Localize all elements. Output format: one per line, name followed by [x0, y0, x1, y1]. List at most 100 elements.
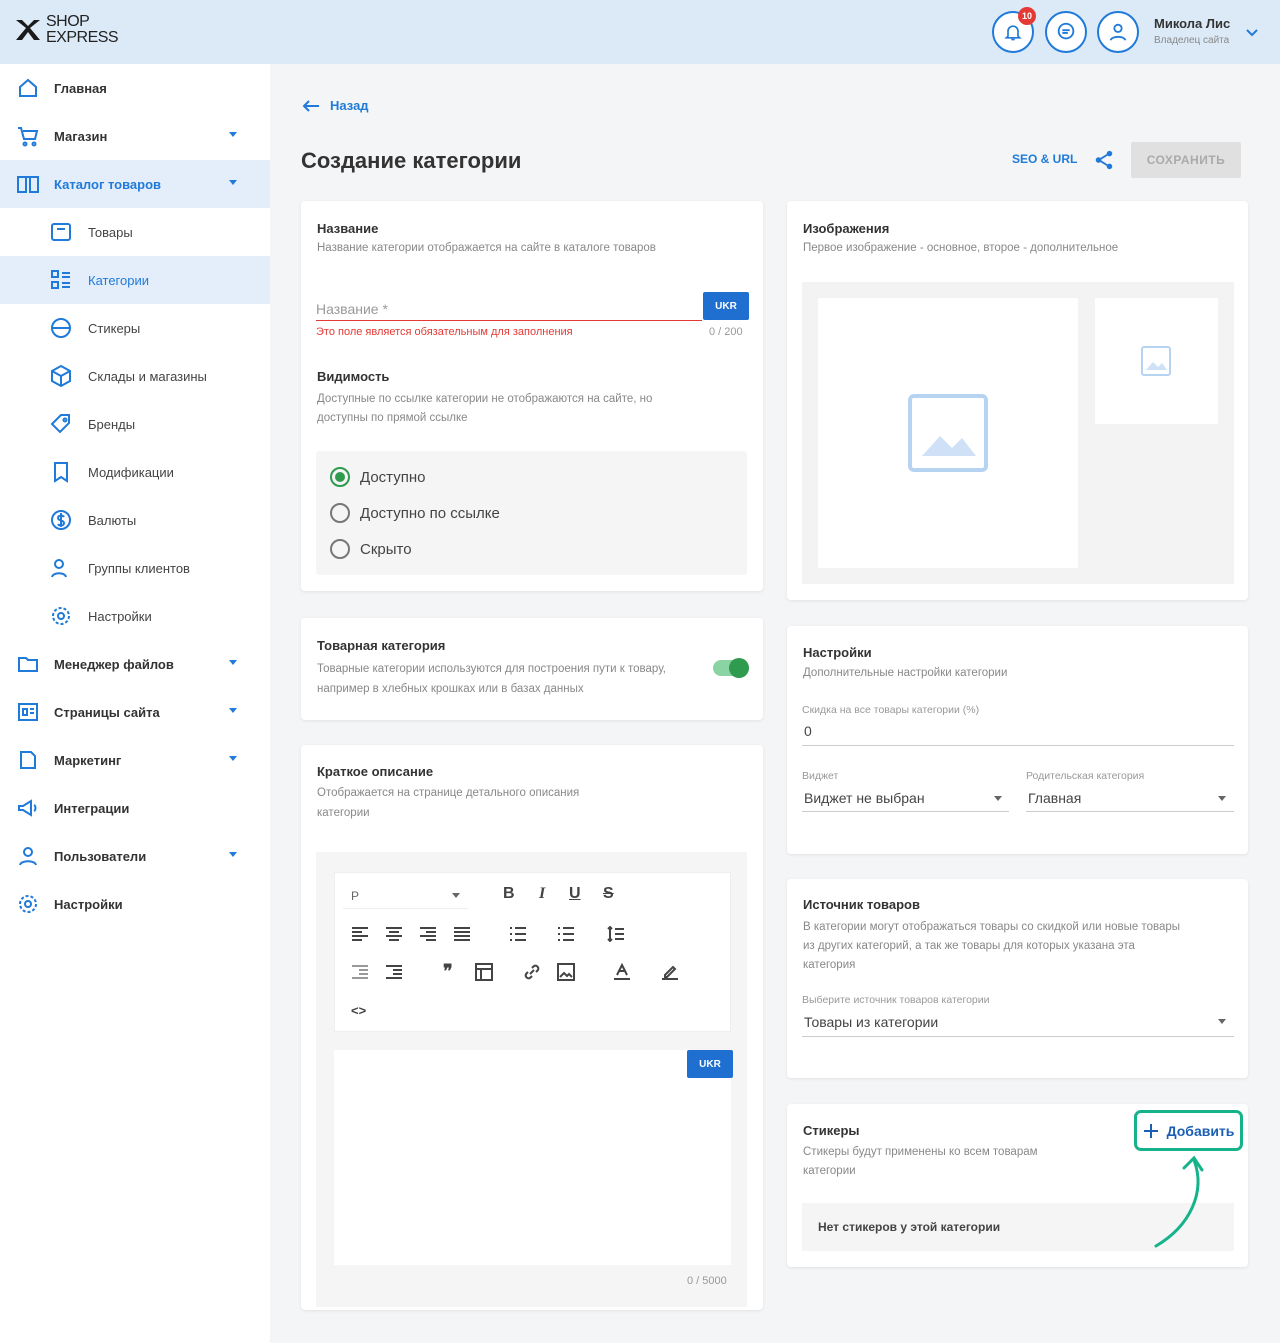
sidebar-item-file-manager[interactable]: Менеджер файлов: [0, 640, 270, 688]
extra-image-slot[interactable]: [1095, 298, 1218, 424]
settings-card: Настройки Дополнительные настройки катег…: [787, 626, 1248, 854]
code-view-button[interactable]: <>: [351, 1003, 366, 1018]
chevron-down-icon[interactable]: [994, 796, 1002, 801]
image-icon[interactable]: [557, 963, 575, 981]
home-icon: [19, 78, 37, 97]
align-left-icon[interactable]: [351, 926, 369, 942]
parent-category-label: Родительская категория: [1026, 770, 1145, 782]
tag-icon: [50, 414, 70, 434]
chat-icon: [1057, 22, 1075, 40]
save-button[interactable]: СОХРАНИТЬ: [1131, 142, 1241, 178]
radio-label: Доступно по ссылке: [360, 504, 500, 522]
sidebar-item-shop[interactable]: Магазин: [0, 112, 270, 160]
sidebar-item-catalog-settings[interactable]: Настройки: [0, 592, 270, 640]
sidebar-item-label: Менеджер файлов: [54, 656, 174, 672]
text-color-icon[interactable]: [613, 963, 631, 981]
parent-category-select[interactable]: Главная: [1028, 790, 1081, 806]
sidebar-item-categories[interactable]: Категории: [0, 256, 270, 304]
list-icon: [51, 270, 70, 289]
sidebar-item-currencies[interactable]: Валюты: [0, 496, 270, 544]
marketing-icon: [20, 751, 36, 769]
quote-button[interactable]: ❞: [443, 961, 453, 982]
sidebar-item-label: Настройки: [54, 896, 123, 912]
sidebar-item-brands[interactable]: Бренды: [0, 400, 270, 448]
align-justify-icon[interactable]: [453, 926, 471, 942]
sidebar-item-home[interactable]: Главная: [0, 64, 270, 112]
bold-button[interactable]: B: [503, 885, 515, 903]
logo-icon: [16, 20, 40, 40]
name-input[interactable]: Название *: [316, 301, 388, 317]
align-right-icon[interactable]: [419, 926, 437, 942]
strikethrough-button[interactable]: S: [603, 885, 614, 903]
logo-text-bottom: EXPRESS: [46, 29, 119, 46]
source-select[interactable]: Товары из категории: [804, 1014, 938, 1030]
editor-toolbar: P B I U S ❞ <>: [334, 872, 731, 1032]
sidebar-item-marketing[interactable]: Маркетинг: [0, 736, 270, 784]
seo-url-link[interactable]: SEO & URL: [1012, 152, 1077, 166]
messages-button[interactable]: [1045, 11, 1087, 53]
main-image-slot[interactable]: [818, 298, 1078, 568]
sidebar-item-integrations[interactable]: Интеграции: [0, 784, 270, 832]
sidebar-item-products[interactable]: Товары: [0, 208, 270, 256]
bullet-list-icon[interactable]: [509, 926, 527, 942]
description-title: Краткое описание: [317, 764, 434, 779]
images-title: Изображения: [803, 221, 890, 236]
widget-select[interactable]: Виджет не выбран: [804, 790, 925, 806]
product-category-title: Товарная категория: [317, 638, 446, 653]
table-icon[interactable]: [475, 963, 493, 981]
sidebar-item-stickers[interactable]: Стикеры: [0, 304, 270, 352]
bookmark-icon: [54, 462, 68, 483]
product-category-toggle[interactable]: [713, 658, 749, 678]
back-link[interactable]: Назад: [302, 98, 369, 113]
sidebar-item-users[interactable]: Пользователи: [0, 832, 270, 880]
share-icon[interactable]: [1093, 149, 1115, 171]
sidebar-item-label: Страницы сайта: [54, 704, 160, 720]
stickers-sub-2: категории: [803, 1165, 856, 1177]
underline-button[interactable]: U: [569, 885, 581, 903]
user-role: Владелец сайта: [1154, 35, 1230, 46]
sidebar-item-label: Настройки: [88, 608, 152, 624]
sidebar-item-label: Группы клиентов: [88, 560, 190, 576]
chevron-down-icon[interactable]: [1218, 1019, 1226, 1024]
sidebar-item-modifications[interactable]: Модификации: [0, 448, 270, 496]
add-sticker-button[interactable]: Добавить: [1134, 1110, 1243, 1151]
user-name[interactable]: Микола Лис: [1154, 16, 1230, 31]
highlight-icon[interactable]: [661, 963, 679, 981]
settings-title: Настройки: [803, 645, 872, 660]
italic-button[interactable]: I: [539, 885, 545, 903]
sidebar-item-customer-groups[interactable]: Группы клиентов: [0, 544, 270, 592]
source-sub-2: из других категорий, а так же товары для…: [803, 940, 1135, 952]
chevron-down-icon: [229, 756, 237, 761]
profile-button[interactable]: [1097, 11, 1139, 53]
logo[interactable]: SHOP EXPRESS: [14, 14, 119, 46]
sidebar-item-label: Товары: [88, 224, 133, 240]
name-lang-button[interactable]: UKR: [703, 292, 749, 320]
sidebar-item-settings[interactable]: Настройки: [0, 880, 270, 928]
description-sub-1: Отображается на странице детального опис…: [317, 787, 580, 799]
sidebar-item-site-pages[interactable]: Страницы сайта: [0, 688, 270, 736]
sidebar-item-catalog[interactable]: Каталог товаров: [0, 160, 270, 208]
align-center-icon[interactable]: [385, 926, 403, 942]
numbered-list-icon[interactable]: [557, 926, 575, 942]
discount-input[interactable]: 0: [804, 723, 812, 739]
chevron-down-icon[interactable]: [1218, 796, 1226, 801]
visibility-subtitle-2: доступны по прямой ссылке: [317, 412, 468, 424]
link-icon[interactable]: [523, 963, 541, 981]
gear-icon: [52, 607, 70, 625]
description-editor[interactable]: [334, 1050, 731, 1265]
notifications-button[interactable]: 10: [992, 7, 1036, 53]
radio-icon: [330, 503, 350, 523]
line-height-icon[interactable]: [607, 926, 625, 942]
format-select[interactable]: P: [343, 883, 468, 909]
outdent-icon[interactable]: [351, 964, 369, 980]
name-input-underline: [316, 320, 702, 321]
radio-icon: [330, 539, 350, 559]
chevron-down-icon[interactable]: [1244, 24, 1260, 40]
radio-hidden[interactable]: Скрыто: [330, 539, 412, 559]
description-lang-button[interactable]: UKR: [687, 1050, 733, 1078]
radio-link-only[interactable]: Доступно по ссылке: [330, 503, 500, 523]
chevron-down-icon: [229, 660, 237, 665]
radio-available[interactable]: Доступно: [330, 467, 425, 487]
sidebar-item-warehouses[interactable]: Склады и магазины: [0, 352, 270, 400]
indent-icon[interactable]: [385, 964, 403, 980]
